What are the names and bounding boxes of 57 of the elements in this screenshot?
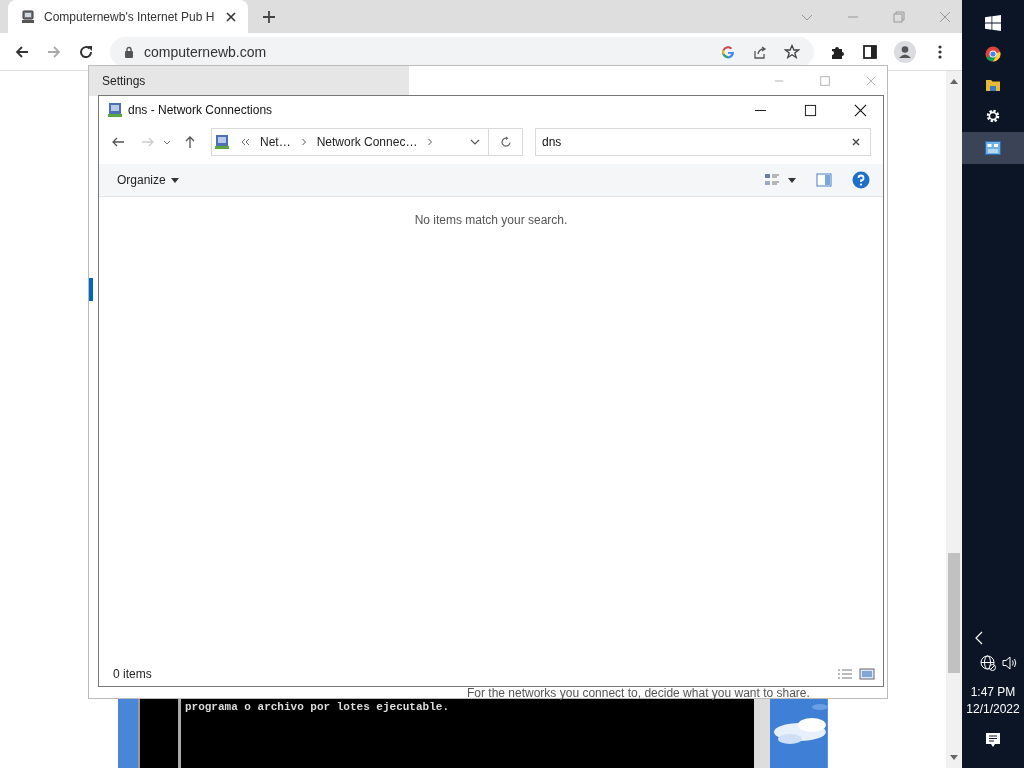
console-text: programa o archivo por lotes ejecutable. — [184, 701, 450, 713]
globe-icon[interactable] — [980, 655, 996, 671]
close-icon[interactable] — [854, 103, 867, 117]
console-scrollbar[interactable] — [754, 697, 771, 768]
scrollbar[interactable] — [946, 71, 962, 768]
dropdown-icon[interactable] — [788, 177, 796, 183]
settings-icon[interactable] — [985, 108, 1001, 124]
clock[interactable]: 1:47 PM 12/1/2022 — [966, 685, 1020, 716]
window-title: Settings — [102, 74, 146, 88]
taskbar-item[interactable] — [962, 132, 1024, 164]
chevron-left-icon[interactable] — [975, 631, 983, 645]
star-icon[interactable] — [784, 43, 800, 60]
chevron-down-icon[interactable] — [163, 138, 171, 146]
caret-icon — [170, 177, 179, 183]
browser-icon[interactable] — [985, 46, 1001, 62]
up-arrow-icon[interactable] — [183, 135, 197, 149]
reload-icon[interactable] — [78, 43, 94, 60]
refresh-button[interactable] — [489, 128, 523, 156]
back-icon[interactable] — [14, 43, 30, 60]
search-field[interactable]: dns — [535, 128, 871, 156]
selection-indicator — [89, 278, 93, 301]
google-icon[interactable] — [720, 43, 736, 60]
breadcrumb-item[interactable]: Network Connec… — [316, 135, 418, 149]
wallpaper-strip — [118, 697, 138, 768]
organize-button[interactable]: Organize — [111, 170, 185, 190]
browser-tab[interactable]: Computernewb's Internet Pub H — [8, 0, 248, 33]
windows-logo-icon[interactable] — [985, 15, 1001, 31]
breadcrumb-item[interactable]: Net… — [260, 135, 291, 149]
notification-icon[interactable] — [985, 732, 1001, 748]
scroll-up-icon[interactable] — [950, 78, 958, 84]
empty-message: No items match your search. — [414, 213, 568, 227]
lock-icon — [124, 45, 134, 58]
network-computer-icon — [214, 134, 230, 150]
window-title: dns - Network Connections — [128, 103, 273, 117]
help-icon[interactable] — [852, 171, 870, 189]
chevron-down-icon[interactable] — [470, 138, 480, 146]
side-panel-icon[interactable] — [862, 43, 878, 60]
speaker-icon[interactable] — [1002, 655, 1018, 671]
folder-icon[interactable] — [985, 77, 1001, 93]
network-connections-icon — [985, 141, 1001, 155]
new-tab-icon[interactable] — [262, 9, 276, 24]
address-bar[interactable]: computernewb.com — [110, 36, 814, 67]
scrollbar-thumb[interactable] — [948, 553, 960, 673]
computer-icon — [20, 8, 36, 25]
address-field[interactable]: Net… Network Connec… — [211, 128, 489, 156]
scroll-down-icon[interactable] — [950, 755, 958, 761]
refresh-icon — [499, 136, 512, 148]
maximize-icon[interactable] — [804, 103, 817, 117]
close-icon[interactable] — [226, 11, 236, 22]
network-computer-icon — [107, 102, 123, 118]
profile-icon[interactable] — [894, 40, 916, 63]
settings-description: For the networks you connect to, decide what you want to share. — [467, 686, 810, 700]
back-icon[interactable] — [111, 135, 125, 149]
overflow-chevron-icon[interactable] — [240, 138, 250, 146]
view-options-icon[interactable] — [764, 173, 780, 187]
clear-icon[interactable] — [851, 137, 861, 147]
item-count: 0 items — [113, 667, 152, 681]
